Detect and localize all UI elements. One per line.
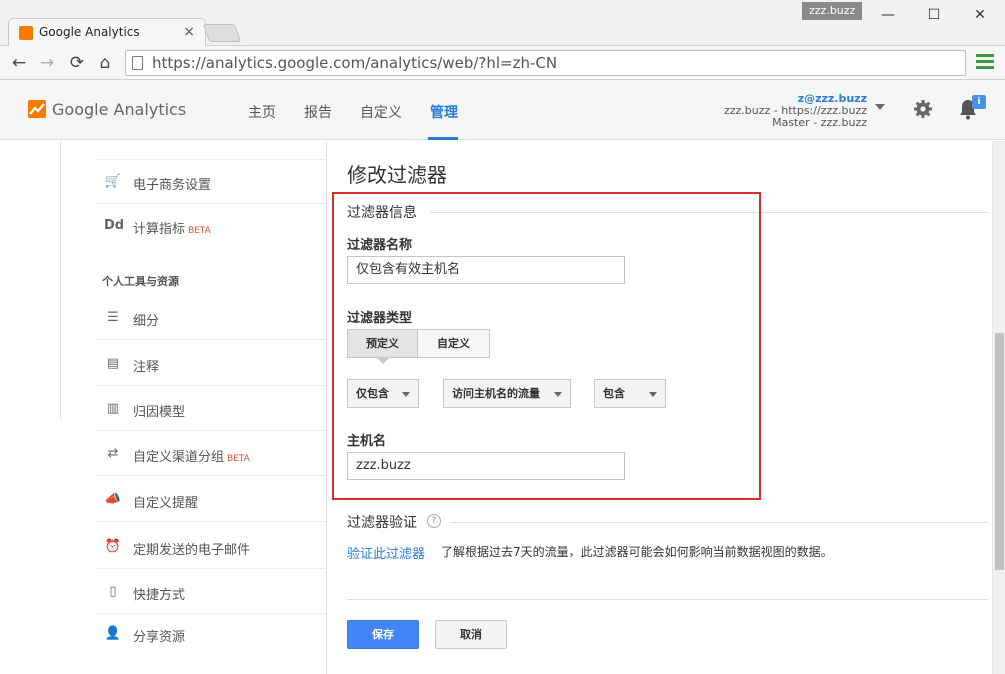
browser-tab-strip: Google Analytics × zzz.buzz — ☐ ✕ — [0, 0, 1005, 46]
source-value: 访问主机名的流量 — [452, 387, 540, 400]
scrollbar-thumb[interactable] — [995, 333, 1004, 570]
sidebar-item-label: 细分 — [133, 314, 160, 329]
forward-arrow-icon[interactable]: → — [36, 52, 58, 74]
browser-tab[interactable]: Google Analytics × — [8, 18, 206, 46]
sidebar-item-label: 计算指标 BETA — [133, 222, 211, 237]
hostname-input[interactable]: zzz.buzz — [347, 452, 625, 480]
sidebar-item-ecommerce[interactable]: 🛒 电子商务设置 — [96, 160, 326, 204]
profile-badge[interactable]: zzz.buzz — [802, 2, 863, 20]
sidebar-item-label: 定期发送的电子邮件 — [133, 543, 251, 558]
browser-toolbar: ← → ⟳ ⌂ https://analytics.google.com/ana… — [0, 46, 1005, 80]
reload-icon[interactable]: ⟳ — [66, 52, 88, 74]
page-icon — [132, 56, 143, 70]
tab-title: Google Analytics — [39, 25, 140, 39]
chevron-down-icon — [649, 392, 657, 397]
tab-custom[interactable]: 自定义 — [418, 330, 489, 357]
include-type-value: 仅包含 — [356, 387, 389, 400]
nav-customization[interactable]: 自定义 — [360, 102, 402, 122]
match-type-value: 包含 — [603, 387, 625, 400]
sidebar-item-label: 注释 — [133, 360, 160, 375]
nav-reports[interactable]: 报告 — [304, 102, 332, 122]
sidebar-item-channel-groupings[interactable]: ⇄ 自定义渠道分组 BETA — [96, 432, 326, 476]
home-icon[interactable]: ⌂ — [94, 52, 116, 74]
add-user-icon: 👤 — [104, 626, 122, 641]
nav-admin[interactable]: 管理 — [430, 102, 458, 122]
window-close-button[interactable]: ✕ — [966, 4, 994, 26]
source-select[interactable]: 访问主机名的流量 — [443, 379, 571, 408]
beta-badge: BETA — [188, 226, 211, 236]
sidebar-item-segments[interactable]: ☰ 细分 — [96, 296, 326, 340]
browser-menu-icon[interactable] — [976, 54, 994, 70]
section-divider — [450, 522, 988, 523]
sidebar-item-label: 分享资源 — [133, 630, 186, 645]
sidebar-item-label: 归因模型 — [133, 405, 186, 420]
sidebar-item-attribution-models[interactable]: ▥ 归因模型 — [96, 387, 326, 431]
segments-icon: ☰ — [107, 310, 119, 325]
analytics-favicon-icon — [19, 26, 33, 40]
new-tab-button[interactable] — [202, 24, 242, 42]
toggle-pointer-icon — [376, 357, 390, 364]
sidebar-item-label: 电子商务设置 — [133, 178, 212, 193]
page-title: 修改过滤器 — [347, 163, 447, 187]
tab-close-icon[interactable]: × — [183, 24, 195, 40]
chevron-down-icon — [402, 392, 410, 397]
sidebar-item-label: 快捷方式 — [133, 588, 186, 603]
notification-badge[interactable]: i — [972, 95, 986, 109]
channel-icon: ⇄ — [107, 446, 119, 461]
sidebar-item-scheduled-emails[interactable]: ⏰ 定期发送的电子邮件 — [96, 525, 326, 569]
help-icon[interactable]: ? — [427, 514, 441, 528]
sidebar-item-label: 自定义渠道分组 BETA — [133, 450, 250, 465]
nav-home[interactable]: 主页 — [248, 102, 276, 122]
address-bar[interactable]: https://analytics.google.com/analytics/w… — [125, 50, 966, 76]
dd-icon: Dd — [104, 218, 125, 233]
megaphone-icon: 📣 — [104, 492, 122, 507]
ga-header: Google Analytics 主页 报告 自定义 管理 z@zzz.buzz… — [0, 80, 1005, 140]
filter-type-label: 过滤器类型 — [347, 311, 413, 326]
annotation-icon: ▤ — [106, 356, 120, 371]
sidebar-item-calculated-metrics[interactable]: Dd 计算指标 BETA — [96, 204, 326, 248]
match-type-select[interactable]: 包含 — [594, 379, 666, 408]
back-arrow-icon[interactable]: ← — [8, 52, 30, 74]
address-url[interactable]: https://analytics.google.com/analytics/w… — [152, 54, 557, 72]
window-maximize-button[interactable]: ☐ — [920, 4, 948, 26]
sidebar-item-share-assets[interactable]: 👤 分享资源 — [96, 612, 326, 656]
include-type-select[interactable]: 仅包含 — [347, 379, 419, 408]
verify-description: 了解根据过去7天的流量，此过滤器可能会如何影响当前数据视图的数据。 — [441, 545, 833, 559]
section-title-personal-tools: 个人工具与资源 — [102, 275, 179, 288]
hostname-label: 主机名 — [347, 434, 387, 449]
beta-badge: BETA — [227, 454, 250, 464]
attribution-icon: ▥ — [106, 401, 120, 416]
sidebar-divider — [60, 141, 61, 419]
scrollbar[interactable] — [992, 141, 1005, 674]
save-button[interactable]: 保存 — [347, 620, 419, 649]
window-minimize-button[interactable]: — — [874, 4, 902, 26]
verify-filter-link[interactable]: 验证此过滤器 — [347, 543, 425, 562]
sidebar-item-custom-alerts[interactable]: 📣 自定义提醒 — [96, 478, 326, 522]
gear-icon[interactable] — [913, 99, 933, 119]
chevron-down-icon — [554, 392, 562, 397]
filter-name-input[interactable]: 仅包含有效主机名 — [347, 256, 625, 284]
account-dropdown-icon[interactable] — [875, 104, 885, 110]
sidebar-item-shortcuts[interactable]: ▯ 快捷方式 — [96, 570, 326, 614]
cancel-button[interactable]: 取消 — [435, 620, 507, 649]
sidebar-item-annotations[interactable]: ▤ 注释 — [96, 342, 326, 386]
sidebar-item-partial[interactable] — [96, 136, 326, 160]
ga-logo-text[interactable]: Google Analytics — [52, 100, 186, 119]
sidebar-item-label: 自定义提醒 — [133, 496, 199, 511]
tab-predefined[interactable]: 预定义 — [348, 330, 418, 357]
active-nav-indicator — [428, 137, 458, 140]
section-title-filter-info: 过滤器信息 — [347, 205, 417, 221]
analytics-logo-icon — [28, 100, 46, 118]
filter-type-toggle: 预定义 自定义 — [347, 329, 490, 358]
form-divider — [347, 599, 988, 600]
alarm-icon: ⏰ — [104, 539, 122, 554]
cart-icon: 🛒 — [104, 174, 122, 189]
document-icon: ▯ — [109, 584, 117, 599]
filter-name-label: 过滤器名称 — [347, 238, 413, 253]
section-title-filter-verification: 过滤器验证 — [347, 515, 417, 531]
account-view[interactable]: Master - zzz.buzz — [740, 116, 867, 129]
